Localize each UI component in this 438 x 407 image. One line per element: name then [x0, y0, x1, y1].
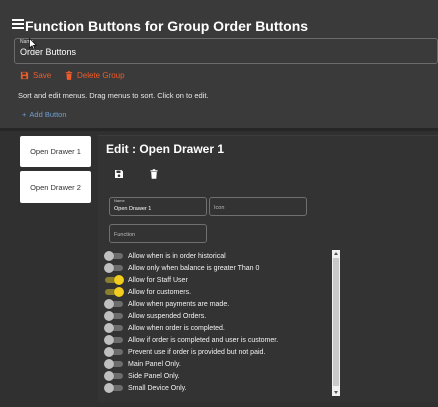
button-name-field[interactable]: Name Open Drawer 1 — [109, 197, 207, 216]
option-row[interactable]: Main Panel Only. — [104, 358, 181, 370]
option-row[interactable]: Prevent use if order is provided but not… — [104, 346, 265, 358]
delete-group-button[interactable]: Delete Group — [65, 71, 125, 80]
page-title: Function Buttons for Group Order Buttons — [25, 18, 309, 34]
toggle-switch[interactable] — [104, 251, 124, 261]
scroll-up-arrow-icon[interactable] — [334, 252, 338, 255]
option-label: Allow if order is completed and user is … — [128, 336, 279, 344]
option-row[interactable]: Allow if order is completed and user is … — [104, 334, 278, 346]
option-label: Prevent use if order is provided but not… — [128, 348, 266, 356]
hamburger-menu-icon[interactable] — [12, 19, 24, 29]
option-row[interactable]: Allow when is in order historical — [104, 250, 226, 262]
mouse-cursor-icon — [29, 38, 37, 50]
option-label: Side Panel Only. — [128, 372, 180, 380]
option-label: Allow for customers. — [128, 288, 192, 296]
option-row[interactable]: Allow when order is completed. — [104, 322, 225, 334]
toggle-switch[interactable] — [104, 263, 124, 273]
icon-field[interactable]: Icon — [209, 197, 307, 216]
toggle-switch[interactable] — [104, 287, 124, 297]
save-group-button[interactable]: Save — [20, 71, 51, 80]
plus-icon: + — [22, 110, 27, 119]
function-placeholder: Function — [114, 232, 136, 238]
option-label: Allow suspended Orders. — [128, 312, 207, 320]
option-label: Allow when order is completed. — [128, 324, 225, 332]
trash-icon — [65, 71, 73, 80]
toggle-switch[interactable] — [104, 383, 124, 393]
toggle-switch[interactable] — [104, 323, 124, 333]
option-label: Main Panel Only. — [128, 360, 181, 368]
option-row[interactable]: Allow for Staff User — [104, 274, 188, 286]
toggle-switch[interactable] — [104, 335, 124, 345]
group-name-field[interactable]: Name Order Buttons — [14, 38, 438, 64]
option-label: Allow when payments are made. — [128, 300, 230, 308]
toggle-switch[interactable] — [104, 371, 124, 381]
option-label: Allow for Staff User — [128, 276, 188, 284]
toggle-switch[interactable] — [104, 275, 124, 285]
option-label: Small Device Only. — [128, 384, 187, 392]
toggle-switch[interactable] — [104, 299, 124, 309]
option-label: Allow when is in order historical — [128, 252, 226, 260]
scroll-down-arrow-icon[interactable] — [334, 391, 338, 394]
trash-icon[interactable] — [149, 169, 159, 179]
save-label: Save — [33, 71, 52, 80]
button-name-label: Name — [114, 198, 125, 203]
add-button[interactable]: + Add Button — [22, 110, 67, 119]
option-row[interactable]: Allow for customers. — [104, 286, 191, 298]
toggle-switch[interactable] — [104, 311, 124, 321]
menu-card-label: Open Drawer 2 — [30, 182, 81, 192]
option-row[interactable]: Allow only when balance is greater Than … — [104, 262, 259, 274]
menu-card[interactable]: Open Drawer 2 — [20, 171, 91, 203]
option-label: Allow only when balance is greater Than … — [128, 264, 260, 272]
option-row[interactable]: Small Device Only. — [104, 382, 187, 394]
save-icon[interactable] — [114, 169, 124, 179]
options-list: Allow when is in order historical Allow … — [104, 250, 340, 396]
delete-label: Delete Group — [77, 71, 125, 80]
button-name-value[interactable]: Open Drawer 1 — [114, 206, 151, 212]
options-scrollbar[interactable] — [332, 250, 340, 396]
toggle-switch[interactable] — [104, 359, 124, 369]
menu-card-label: Open Drawer 1 — [30, 147, 81, 156]
toggle-switch[interactable] — [104, 347, 124, 357]
section-divider — [0, 128, 438, 131]
menu-card[interactable]: Open Drawer 1 — [20, 136, 91, 167]
option-row[interactable]: Side Panel Only. — [104, 370, 180, 382]
scrollbar-thumb[interactable] — [333, 258, 339, 386]
function-field[interactable]: Function — [109, 224, 207, 243]
edit-title: Edit : Open Drawer 1 — [106, 142, 225, 156]
instructions-text: Sort and edit menus. Drag menus to sort.… — [18, 91, 209, 100]
icon-placeholder: Icon — [214, 205, 225, 211]
save-icon — [20, 71, 29, 80]
option-row[interactable]: Allow suspended Orders. — [104, 310, 206, 322]
add-button-label: Add Button — [29, 110, 67, 119]
option-row[interactable]: Allow when payments are made. — [104, 298, 229, 310]
